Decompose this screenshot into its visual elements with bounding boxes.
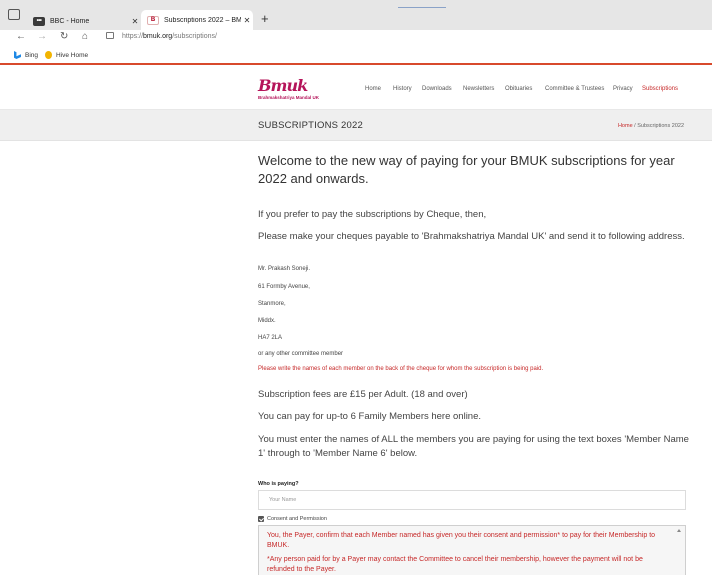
- favorite-label: Bing: [25, 51, 39, 59]
- scroll-up-icon[interactable]: [677, 529, 681, 532]
- back-arrow-icon[interactable]: ←: [16, 31, 26, 43]
- who-is-paying-label: Who is paying?: [258, 481, 299, 487]
- fees-text: Subscription fees are £15 per Adult. (18…: [258, 389, 468, 400]
- page-title: SUBSCRIPTIONS 2022: [258, 120, 363, 131]
- hive-icon: [45, 51, 52, 59]
- url-domain: bmuk.org: [143, 33, 173, 40]
- consent-text-1: You, the Payer, confirm that each Member…: [267, 532, 656, 549]
- nav-home[interactable]: Home: [365, 86, 381, 92]
- address-line-4: Middx.: [258, 318, 276, 324]
- nav-subscriptions[interactable]: Subscriptions: [642, 86, 678, 92]
- welcome-heading: Welcome to the new way of paying for you…: [258, 153, 675, 186]
- close-icon[interactable]: ✕: [241, 16, 253, 25]
- consent-label: Consent and Permission: [267, 516, 327, 522]
- site-header: Bmuk Brahmakshatriya Mandal UK Home Hist…: [0, 65, 712, 110]
- site-logo[interactable]: Bmuk Brahmakshatriya Mandal UK: [258, 76, 320, 101]
- bbc-icon: •••: [33, 16, 45, 26]
- nav-newsletters[interactable]: Newsletters: [463, 86, 494, 92]
- consent-checkbox-row[interactable]: Consent and Permission: [258, 516, 327, 522]
- close-icon[interactable]: ✕: [129, 17, 141, 26]
- names-instruction: You must enter the names of ALL the memb…: [258, 434, 689, 459]
- url-path: /subscriptions/: [172, 33, 217, 40]
- forward-arrow-icon[interactable]: →: [37, 31, 47, 43]
- browser-nav-bar: ← → ↻ ⌂ https://bmuk.org/subscriptions/: [0, 30, 712, 45]
- favorite-hive-home[interactable]: Hive Home: [45, 51, 88, 59]
- browser-tab-subscriptions[interactable]: B Subscriptions 2022 – BMUK ✕: [141, 10, 253, 30]
- address-bar[interactable]: https://bmuk.org/subscriptions/: [106, 31, 217, 43]
- payer-name-placeholder: Your Name: [269, 497, 297, 503]
- page-title-bar: SUBSCRIPTIONS 2022 Home / Subscriptions …: [0, 110, 712, 141]
- cheque-payable: Please make your cheques payable to 'Bra…: [258, 231, 685, 242]
- favorites-bar: Bing Hive Home: [0, 47, 712, 64]
- logo-subtitle: Brahmakshatriya Mandal UK: [258, 95, 320, 100]
- browser-tab-bar: ••• BBC - Home ✕ B Subscriptions 2022 – …: [0, 0, 712, 30]
- address-line-1: Mr. Prakash Soneji.: [258, 266, 311, 272]
- bing-icon: [14, 51, 21, 59]
- consent-checkbox[interactable]: [258, 516, 264, 522]
- family-members-text: You can pay for up-to 6 Family Members h…: [258, 411, 482, 422]
- logo-mark: Bmuk: [258, 76, 308, 95]
- tab-actions-icon[interactable]: [8, 9, 20, 20]
- nav-history[interactable]: History: [393, 86, 412, 92]
- breadcrumb-current: Subscriptions 2022: [637, 123, 684, 129]
- payer-name-input[interactable]: Your Name: [258, 490, 686, 510]
- breadcrumb-home[interactable]: Home: [618, 123, 633, 129]
- browser-tab-bbc[interactable]: ••• BBC - Home ✕: [27, 12, 141, 30]
- breadcrumb: Home / Subscriptions 2022: [618, 123, 684, 129]
- nav-downloads[interactable]: Downloads: [422, 86, 452, 92]
- main-content: Welcome to the new way of paying for you…: [258, 152, 688, 188]
- lock-icon: [106, 32, 114, 39]
- drag-region-indicator: [398, 7, 446, 8]
- nav-obituaries[interactable]: Obituaries: [505, 86, 532, 92]
- home-icon[interactable]: ⌂: [82, 31, 88, 43]
- new-tab-icon[interactable]: +: [261, 12, 269, 26]
- nav-committee-trustees[interactable]: Committee & Trustees: [545, 86, 604, 92]
- address-line-3: Stanmore,: [258, 301, 286, 307]
- url-prefix: https://: [122, 33, 144, 40]
- nav-privacy[interactable]: Privacy: [613, 86, 633, 92]
- tab-label: Subscriptions 2022 – BMUK: [164, 16, 241, 24]
- favorite-bing[interactable]: Bing: [14, 51, 38, 59]
- favorite-label: Hive Home: [56, 51, 89, 59]
- names-on-cheque-note: Please write the names of each member on…: [258, 366, 544, 372]
- bmuk-icon: B: [147, 15, 159, 25]
- consent-textarea[interactable]: You, the Payer, confirm that each Member…: [258, 525, 686, 575]
- cheque-intro: If you prefer to pay the subscriptions b…: [258, 209, 487, 220]
- address-line-2: 61 Formby Avenue,: [258, 284, 310, 290]
- refresh-icon[interactable]: ↻: [60, 31, 68, 43]
- address-line-5: HA7 2LA: [258, 335, 283, 341]
- tab-label: BBC - Home: [50, 17, 90, 25]
- consent-text-2: *Any person paid for by a Payer may cont…: [267, 556, 643, 573]
- other-member-note: or any other committee member: [258, 351, 344, 357]
